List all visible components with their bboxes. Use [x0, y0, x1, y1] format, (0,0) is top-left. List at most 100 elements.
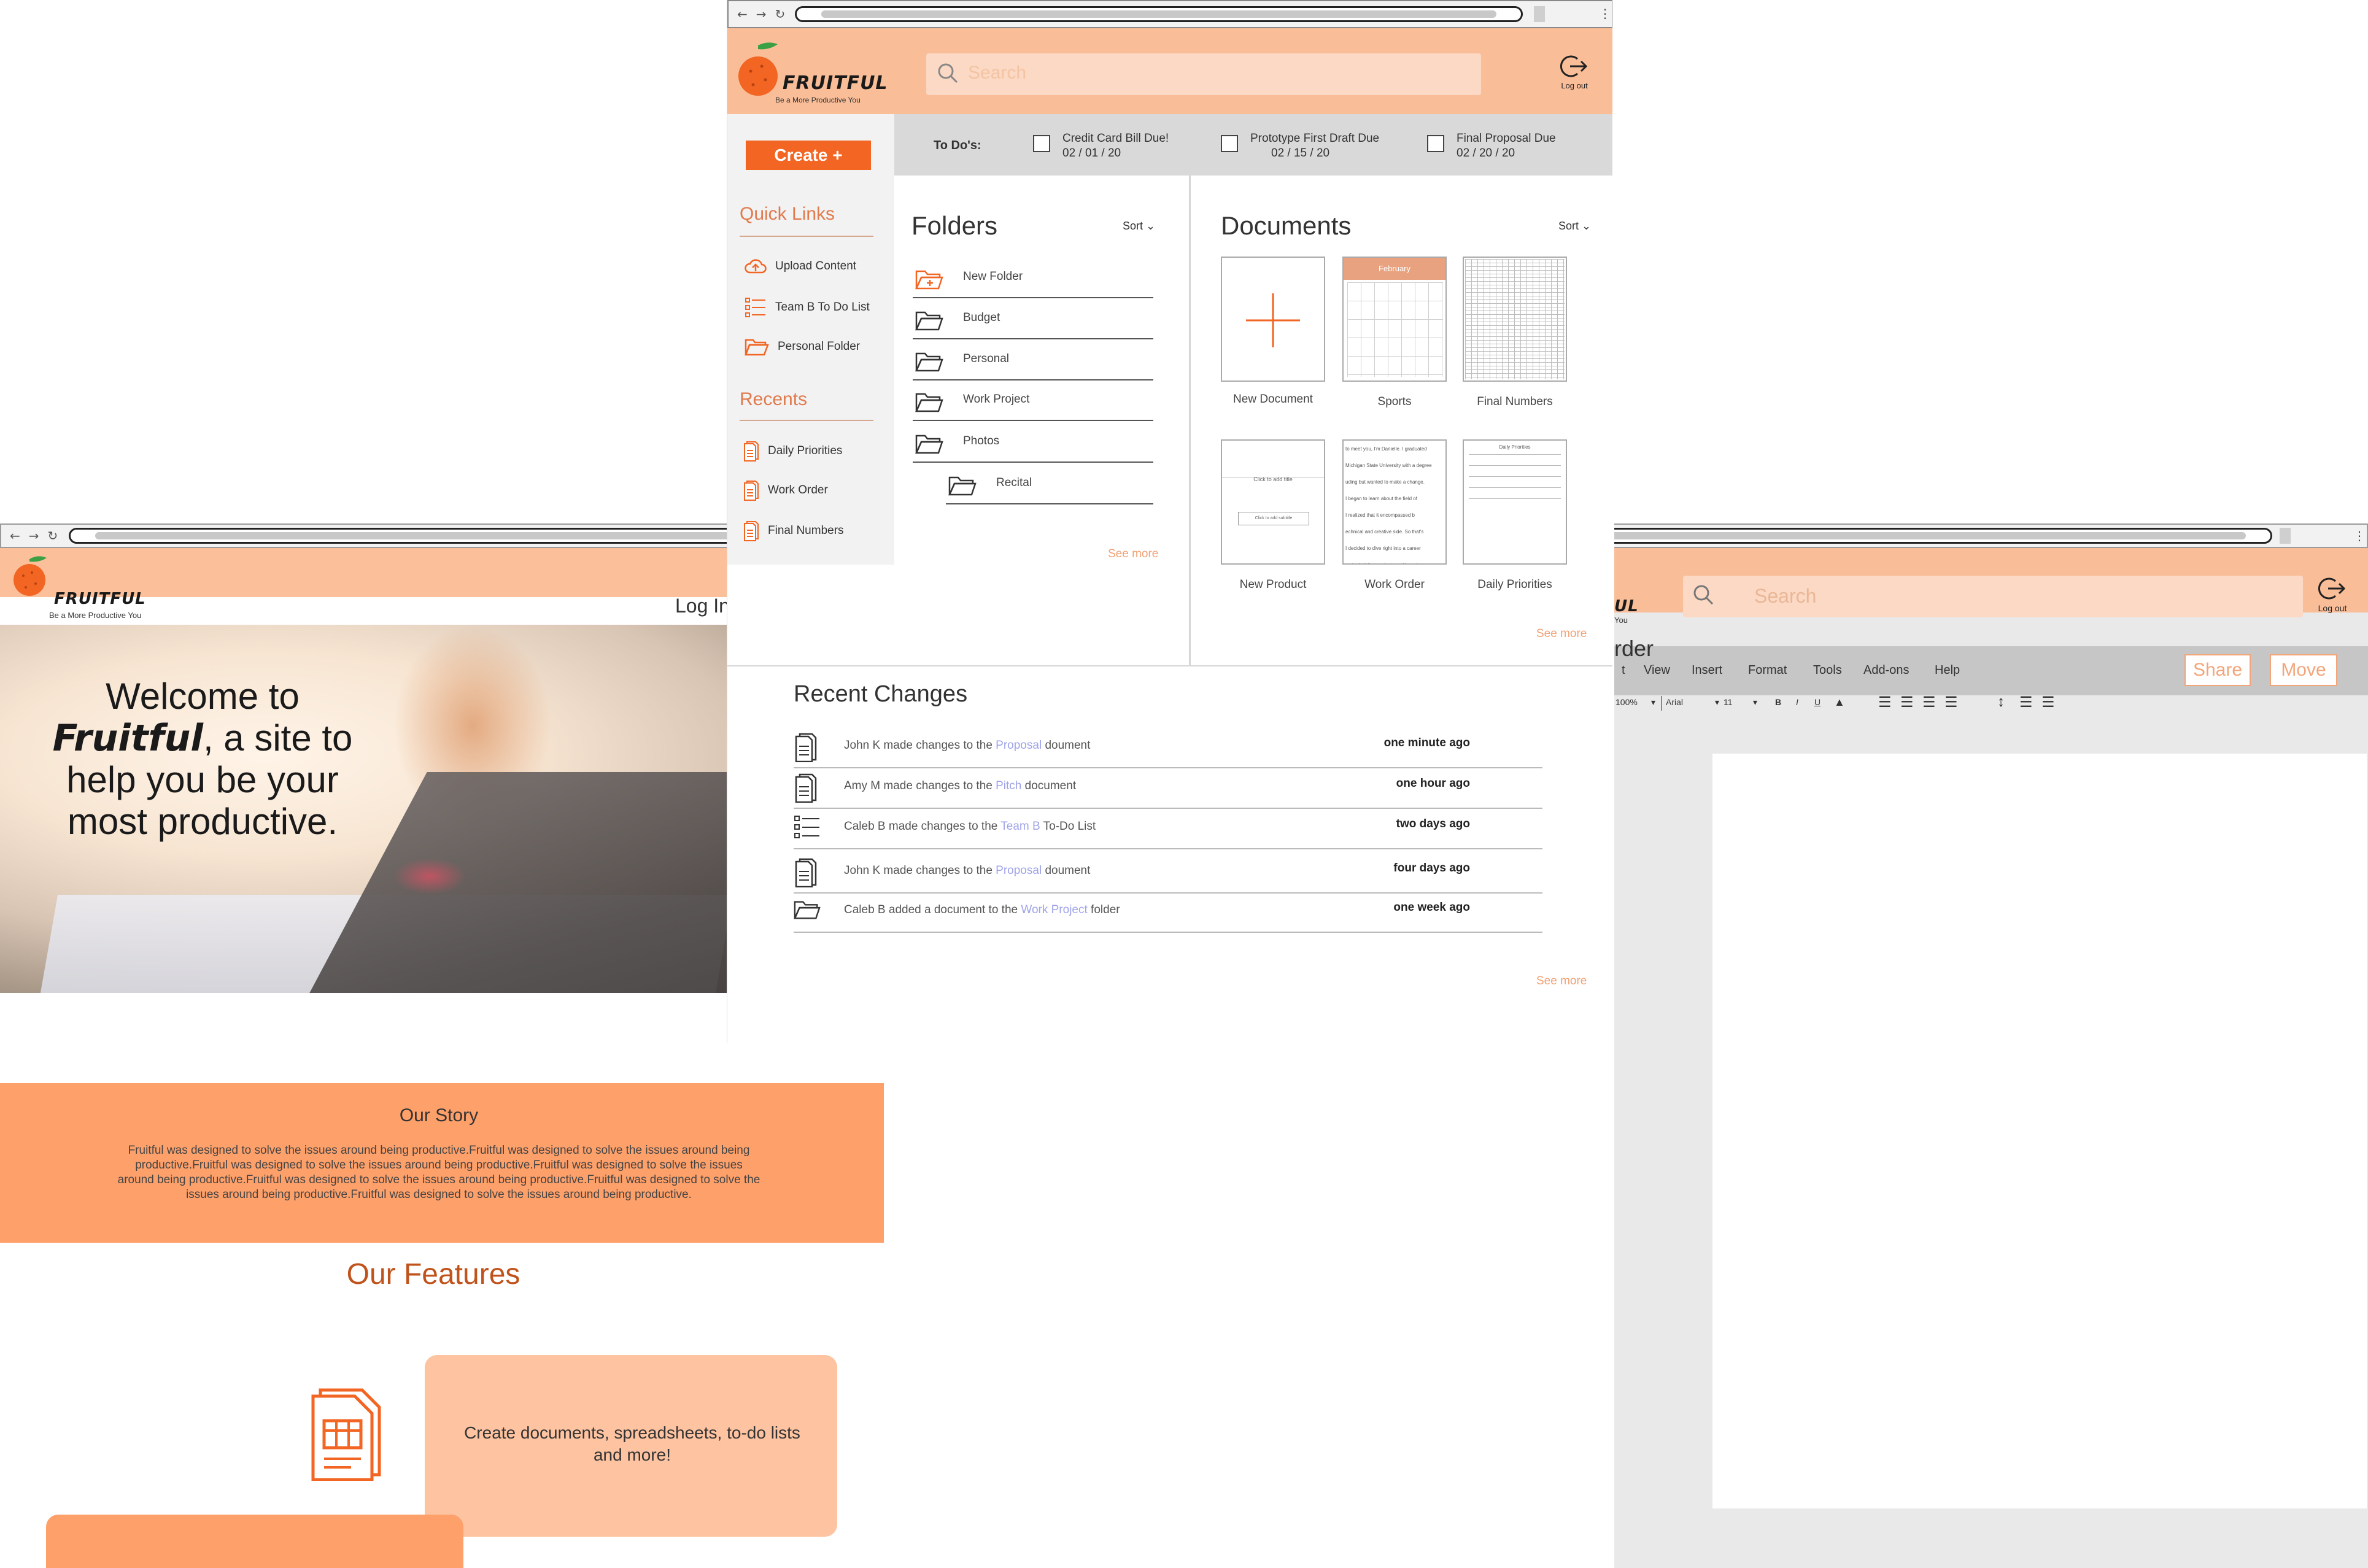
quick-link-personal-folder[interactable]: Personal Folder	[745, 338, 860, 356]
menu-format[interactable]: Format	[1748, 663, 1787, 678]
browser-menu-icon[interactable]: ⋮	[2353, 528, 2366, 543]
text-color-icon[interactable]: ▲	[1834, 696, 1845, 709]
menu-edit[interactable]: t	[1622, 663, 1625, 678]
recent-change-row[interactable]: John K made changes to the Proposal doum…	[794, 728, 1542, 768]
document-tile[interactable]: New Document	[1221, 257, 1325, 406]
folder-icon	[915, 352, 943, 372]
folders-title: Folders	[911, 211, 998, 240]
line-spacing-icon[interactable]: ↕	[1997, 693, 2005, 711]
underline-button[interactable]: U	[1814, 697, 1820, 707]
recent-item-work-order[interactable]: Work Order	[743, 480, 828, 501]
change-actor: Amy M made changes to the	[844, 779, 996, 792]
quick-link-todo-list[interactable]: Team B To Do List	[745, 297, 870, 318]
login-link[interactable]: Log In	[675, 595, 730, 617]
hero-line-4: most productive.	[67, 801, 338, 842]
document-icon	[795, 733, 817, 762]
create-button[interactable]: Create +	[746, 141, 871, 170]
font-select[interactable]: Arial	[1666, 697, 1683, 707]
change-link[interactable]: Team B	[1000, 820, 1040, 833]
bold-button[interactable]: B	[1775, 697, 1781, 707]
documents-sort[interactable]: Sort ⌄	[1558, 220, 1591, 233]
todo-checkbox[interactable]	[1033, 135, 1050, 152]
logout-button[interactable]: Log out	[2308, 576, 2357, 613]
forward-icon[interactable]: →	[756, 7, 767, 21]
recent-changes-see-more[interactable]: See more	[1536, 975, 1587, 988]
browser-menu-icon[interactable]: ⋮	[1599, 6, 1611, 21]
size-select[interactable]: 11	[1724, 697, 1733, 707]
recent-item-final-numbers[interactable]: Final Numbers	[743, 520, 844, 541]
orange-logo-icon	[14, 556, 47, 596]
change-link[interactable]: Pitch	[996, 779, 1021, 792]
document-label: Daily Priorities	[1477, 578, 1552, 591]
document-tile[interactable]: to meet you, I'm Danielle. I graduated M…	[1342, 439, 1447, 592]
todo-checkbox[interactable]	[1427, 135, 1444, 152]
bulleted-list-icon[interactable]: ☰	[2041, 693, 2055, 711]
forward-icon[interactable]: →	[29, 528, 39, 543]
folder-item[interactable]: Budget	[913, 299, 1153, 339]
zoom-select[interactable]: 100%	[1615, 697, 1638, 707]
folder-icon	[915, 434, 943, 454]
text-line: I decided to dive right into a career	[1345, 546, 1421, 551]
change-link[interactable]: Proposal	[996, 739, 1042, 752]
logout-button[interactable]: Log out	[1550, 54, 1599, 90]
hero-heading: Welcome to Fruitful, a site to help you …	[0, 676, 405, 843]
folder-item[interactable]: New Folder	[913, 258, 1153, 298]
folder-item[interactable]: Photos	[913, 422, 1153, 463]
menu-tools[interactable]: Tools	[1813, 663, 1842, 678]
recent-change-row[interactable]: Caleb B made changes to the Team B To-Do…	[794, 809, 1542, 849]
section-divider	[727, 665, 1612, 666]
change-link[interactable]: Work Project	[1021, 903, 1087, 916]
align-right-icon[interactable]: ☰	[1922, 693, 1936, 711]
menu-help[interactable]: Help	[1935, 663, 1960, 678]
change-link[interactable]: Proposal	[996, 864, 1042, 877]
menu-insert[interactable]: Insert	[1692, 663, 1722, 678]
browser-toolbar: ⋮	[1614, 523, 2368, 548]
back-icon[interactable]: ←	[10, 528, 20, 543]
move-button[interactable]: Move	[2270, 654, 2337, 686]
recents-divider	[740, 420, 873, 421]
address-bar[interactable]	[1614, 528, 2272, 544]
align-left-icon[interactable]: ☰	[1878, 693, 1892, 711]
numbered-list-icon[interactable]: ☰	[2019, 693, 2033, 711]
address-bar[interactable]	[795, 6, 1523, 22]
reload-icon[interactable]: ↻	[775, 7, 786, 21]
todo-checkbox[interactable]	[1221, 135, 1238, 152]
menu-addons[interactable]: Add-ons	[1863, 663, 1909, 678]
recent-change-row[interactable]: John K made changes to the Proposal doum…	[794, 853, 1542, 894]
new-document-thumb	[1221, 257, 1325, 382]
subfolder-item[interactable]: Recital	[946, 464, 1153, 504]
document-tile[interactable]: Click to add title Click to add subtitle…	[1221, 439, 1325, 592]
recent-change-row[interactable]: Caleb B added a document to the Work Pro…	[794, 892, 1542, 933]
menu-view[interactable]: View	[1644, 663, 1670, 678]
change-actor: Caleb B made changes to the	[844, 820, 1001, 833]
folder-item[interactable]: Personal	[913, 340, 1153, 380]
italic-button[interactable]: I	[1796, 697, 1798, 707]
extension-icon[interactable]	[1534, 6, 1545, 22]
menu-bar	[1614, 646, 2368, 695]
todo-date: 02 / 20 / 20	[1457, 147, 1515, 160]
share-button[interactable]: Share	[2184, 654, 2251, 686]
documents-see-more[interactable]: See more	[1536, 627, 1587, 641]
reload-icon[interactable]: ↻	[48, 528, 58, 543]
document-icon	[744, 441, 759, 462]
change-target: doument	[1042, 864, 1091, 877]
quick-link-upload[interactable]: Upload Content	[745, 258, 856, 275]
folders-sort[interactable]: Sort ⌄	[1123, 220, 1155, 233]
recent-change-row[interactable]: Amy M made changes to the Pitch document…	[794, 768, 1542, 809]
document-page[interactable]	[1712, 754, 2367, 1508]
align-justify-icon[interactable]: ☰	[1944, 693, 1958, 711]
extension-icon[interactable]	[2280, 528, 2291, 544]
back-icon[interactable]: ←	[737, 7, 748, 21]
document-title[interactable]: rder	[1614, 636, 1654, 662]
document-tile[interactable]: Daily Priorities Daily Priorities	[1463, 439, 1567, 592]
align-center-icon[interactable]: ☰	[1900, 693, 1914, 711]
document-tile[interactable]: Final Numbers	[1463, 257, 1567, 409]
recent-item-daily-priorities[interactable]: Daily Priorities	[743, 441, 842, 462]
recents-title: Recents	[740, 389, 808, 409]
document-label: New Document	[1233, 393, 1313, 406]
folders-see-more[interactable]: See more	[1108, 547, 1158, 561]
document-tile[interactable]: February Sports	[1342, 257, 1447, 409]
folder-label: Recital	[996, 476, 1032, 489]
size-caret-icon: ▾	[1753, 697, 1758, 707]
folder-item[interactable]: Work Project	[913, 380, 1153, 421]
